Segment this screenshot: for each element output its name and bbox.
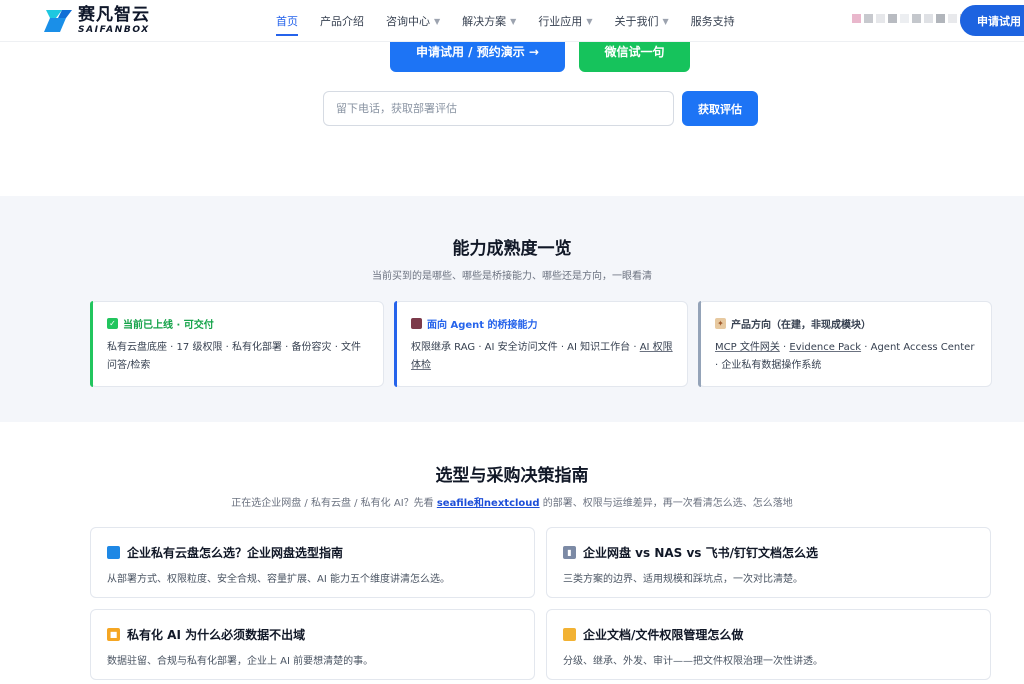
chart-icon: ▮: [563, 546, 576, 559]
chevron-down-icon: ▼: [434, 16, 441, 26]
check-icon: ✓: [107, 318, 118, 329]
accent-bar: [394, 301, 397, 387]
guide-card-private-ai[interactable]: ■ 私有化 AI 为什么必须数据不出域 数据驻留、合规与私有化部署，企业上 AI …: [90, 609, 535, 680]
card-desc: 从部署方式、权限粒度、安全合规、容量扩展、AI 能力五个维度讲清怎么选。: [107, 574, 450, 585]
logo-mark-icon: [44, 10, 72, 32]
card-body: MCP 文件网关 · Evidence Pack · Agent Access …: [715, 339, 977, 375]
apply-trial-button[interactable]: 申请试用: [960, 5, 1024, 36]
get-assessment-button[interactable]: 获取评估: [682, 91, 758, 126]
nav-item-consulting[interactable]: 咨询中心 ▼: [386, 0, 440, 42]
card-desc: 分级、继承、外发、审计——把文件权限治理一次性讲透。: [563, 656, 823, 667]
main-nav: 首页 产品介绍 咨询中心 ▼ 解决方案 ▼ 行业应用 ▼ 关于我们 ▼ 服务支持: [276, 0, 757, 42]
guide-card-cloud-selection[interactable]: 企业私有云盘怎么选？企业网盘选型指南 从部署方式、权限粒度、安全合规、容量扩展、…: [90, 527, 535, 598]
guide-card-nas-comparison[interactable]: ▮ 企业网盘 vs NAS vs 飞书/钉钉文档怎么选 三类方案的边界、适用规模和…: [546, 527, 991, 598]
card-title: 企业文档/文件权限管理怎么做: [583, 628, 744, 642]
logo-name-en: SAIFANBOX: [78, 25, 150, 35]
accent-bar: [698, 301, 701, 387]
chevron-down-icon: ▼: [662, 16, 669, 26]
page: 赛凡智云 SAIFANBOX 首页 产品介绍 咨询中心 ▼ 解决方案 ▼ 行业应用 ▼…: [0, 0, 1024, 684]
phone-form: 获取评估: [323, 91, 758, 126]
nav-label: 咨询中心: [386, 15, 430, 28]
nav-item-solutions[interactable]: 解决方案 ▼: [462, 0, 516, 42]
subtitle-text: 的部署、权限与运维差异，再一次看清怎么选、怎么落地: [539, 498, 793, 509]
nav-label: 产品介绍: [320, 15, 364, 28]
seafile-nextcloud-link[interactable]: seafile和nextcloud: [437, 498, 540, 509]
logo[interactable]: 赛凡智云 SAIFANBOX: [44, 7, 150, 35]
section-subtitle: 当前买到的是哪些、哪些是桥接能力、哪些还是方向，一眼看清: [372, 271, 652, 282]
nav-item-home[interactable]: 首页: [276, 0, 298, 42]
nav-item-support[interactable]: 服务支持: [691, 0, 735, 42]
maturity-section: 能力成熟度一览 当前买到的是哪些、哪些是桥接能力、哪些还是方向，一眼看清 ✓ 当…: [0, 196, 1024, 422]
mcp-gateway-link[interactable]: MCP 文件网关: [715, 342, 780, 353]
chevron-down-icon: ▼: [586, 16, 593, 26]
maturity-card-direction: ✦ 产品方向（在建，非现成模块） MCP 文件网关 · Evidence Pac…: [698, 301, 992, 387]
site-header: 赛凡智云 SAIFANBOX 首页 产品介绍 咨询中心 ▼ 解决方案 ▼ 行业应用 ▼…: [0, 0, 1024, 42]
card-title: 当前已上线 · 可交付: [123, 320, 214, 331]
guide-card-permissions[interactable]: 企业文档/文件权限管理怎么做 分级、继承、外发、审计——把文件权限治理一次性讲透…: [546, 609, 991, 680]
nav-label: 首页: [276, 15, 298, 28]
card-body: 权限继承 RAG · AI 安全访问文件 · AI 知识工作台 · AI 权限体…: [411, 339, 673, 375]
card-desc: 数据驻留、合规与私有化部署，企业上 AI 前要想清楚的事。: [107, 656, 374, 667]
nav-item-products[interactable]: 产品介绍: [320, 0, 364, 42]
subtitle-text: 正在选企业网盘 / 私有云盘 / 私有化 AI？先看: [231, 498, 437, 509]
card-title: 企业网盘 vs NAS vs 飞书/钉钉文档怎么选: [583, 546, 818, 560]
folder-icon: [563, 628, 576, 641]
card-title: 企业私有云盘怎么选？企业网盘选型指南: [127, 546, 344, 560]
logo-name: 赛凡智云: [78, 5, 150, 25]
card-desc: 三类方案的边界、适用规模和踩坑点，一次对比清楚。: [563, 574, 803, 585]
card-title: 面向 Agent 的桥接能力: [427, 320, 538, 331]
nav-label: 行业应用: [538, 15, 583, 28]
book-icon: [107, 546, 120, 559]
nav-item-industries[interactable]: 行业应用 ▼: [538, 0, 592, 42]
guide-subtitle: 正在选企业网盘 / 私有云盘 / 私有化 AI？先看 seafile和nextc…: [0, 494, 1024, 509]
nav-item-about[interactable]: 关于我们 ▼: [614, 0, 668, 42]
nav-label: 关于我们: [614, 15, 659, 28]
card-body: 私有云盘底座 · 17 级权限 · 私有化部署 · 备份容灾 · 文件问答/检索: [107, 342, 362, 371]
card-title: 产品方向（在建，非现成模块）: [731, 320, 871, 331]
maturity-card-available: ✓ 当前已上线 · 可交付 私有云盘底座 · 17 级权限 · 私有化部署 · …: [90, 301, 384, 387]
card-body-text: 权限继承 RAG · AI 安全访问文件 · AI 知识工作台 ·: [411, 342, 640, 353]
section-title: 能力成熟度一览: [452, 239, 572, 259]
separator: ·: [779, 342, 790, 353]
maturity-card-bridge: 面向 Agent 的桥接能力 权限继承 RAG · AI 安全访问文件 · AI…: [394, 301, 688, 387]
card-title: 私有化 AI 为什么必须数据不出域: [127, 628, 306, 642]
blurred-contact-info: [852, 14, 969, 23]
compass-icon: ✦: [715, 318, 726, 329]
phone-input[interactable]: [323, 91, 674, 126]
book-icon: [411, 318, 422, 329]
evidence-pack-link[interactable]: Evidence Pack: [789, 342, 861, 353]
guide-title: 选型与采购决策指南: [435, 466, 589, 486]
nav-label: 服务支持: [690, 15, 735, 28]
accent-bar: [90, 301, 93, 387]
lock-icon: ■: [107, 628, 120, 641]
chevron-down-icon: ▼: [510, 16, 517, 26]
nav-label: 解决方案: [462, 15, 507, 28]
